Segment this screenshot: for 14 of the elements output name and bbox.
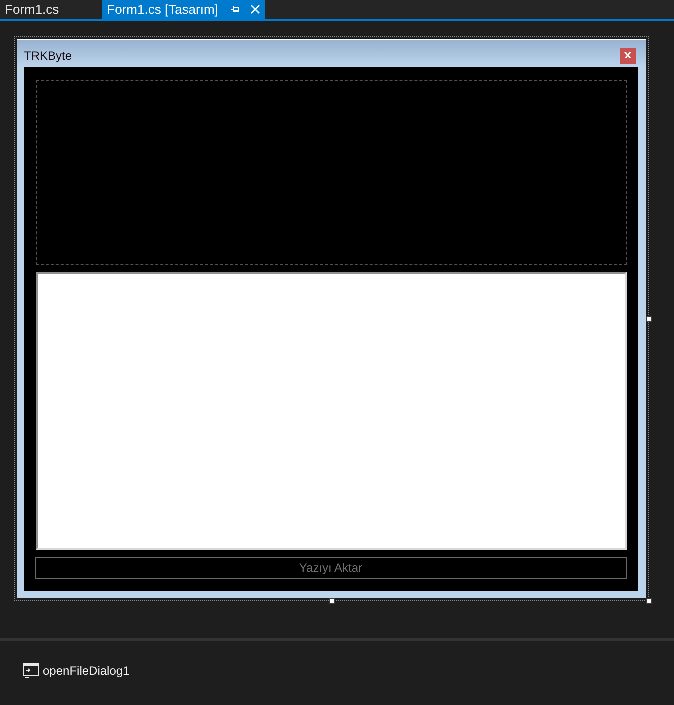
component-label[interactable]: openFileDialog1 xyxy=(43,664,130,678)
resize-handle[interactable] xyxy=(328,598,334,604)
resize-handle[interactable] xyxy=(646,598,652,604)
document-tab[interactable]: Form1.cs xyxy=(0,0,102,19)
form-title: TRKByte xyxy=(24,48,72,62)
action-button[interactable]: Yazıyı Aktar xyxy=(35,557,627,579)
resize-handle[interactable] xyxy=(646,316,652,322)
document-tab[interactable]: Form1.cs [Tasarım] xyxy=(102,0,266,19)
close-icon xyxy=(624,52,632,59)
pin-icon[interactable] xyxy=(231,6,240,13)
text-area-field[interactable] xyxy=(36,272,627,550)
close-button[interactable] xyxy=(620,48,636,64)
dialog-icon xyxy=(23,663,39,678)
close-icon[interactable] xyxy=(251,5,260,14)
